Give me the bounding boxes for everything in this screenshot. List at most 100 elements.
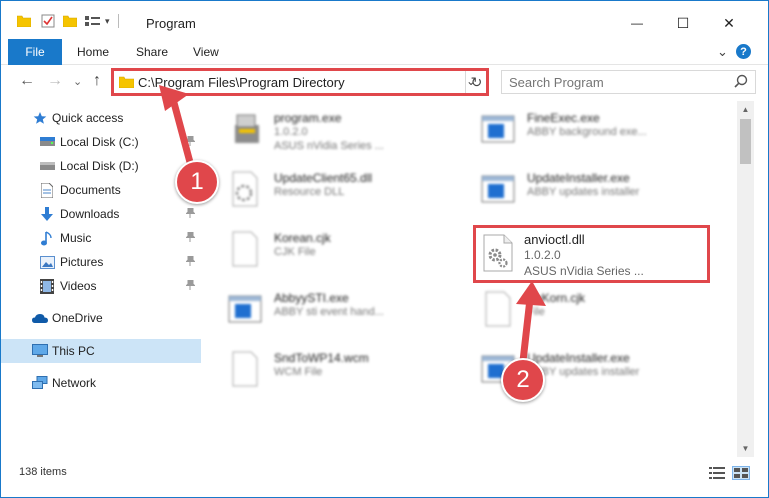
sidebar-item-label: This PC bbox=[52, 344, 95, 358]
maximize-button[interactable]: ☐ bbox=[660, 9, 706, 37]
navigation-pane: Quick access Local Disk (C:) Local Disk … bbox=[1, 101, 201, 461]
file-detail: CJK File bbox=[274, 246, 316, 258]
callout-number-2: 2 bbox=[501, 358, 545, 402]
close-button[interactable]: ✕ bbox=[706, 9, 752, 37]
sidebar-item-pictures[interactable]: Pictures bbox=[1, 250, 201, 274]
drive-icon bbox=[39, 134, 55, 150]
quick-access-toolbar: ▾ bbox=[16, 14, 119, 28]
sidebar-item-label: Pictures bbox=[60, 255, 104, 269]
minimize-icon: — bbox=[631, 16, 643, 30]
computer-icon bbox=[32, 343, 48, 359]
file-detail: ASUS nVidia Series ... bbox=[274, 140, 384, 152]
properties-icon[interactable] bbox=[41, 14, 55, 28]
file-detail: 1.0.2.0 bbox=[274, 126, 308, 138]
tab-home[interactable]: Home bbox=[65, 39, 121, 65]
file-icon bbox=[227, 351, 263, 387]
file-item-updateinstaller-exe-2[interactable]: UpdateInstaller.exe ABBY updates install… bbox=[454, 343, 704, 399]
expand-ribbon-icon[interactable]: ⌄ bbox=[717, 44, 728, 60]
picture-icon bbox=[39, 254, 55, 270]
file-detail: WCM File bbox=[274, 366, 323, 378]
file-detail: Resource DLL bbox=[274, 186, 345, 198]
pin-icon bbox=[185, 135, 196, 149]
sidebar-item-network[interactable]: Network bbox=[1, 371, 201, 395]
file-item-updateinstaller-exe[interactable]: UpdateInstaller.exe ABBY updates install… bbox=[454, 163, 704, 219]
tiles-view-icon[interactable] bbox=[732, 466, 750, 480]
sidebar-item-downloads[interactable]: Downloads bbox=[1, 202, 201, 226]
sidebar-item-label: Documents bbox=[60, 183, 121, 197]
installer-icon bbox=[227, 111, 263, 147]
window-title: Program bbox=[146, 16, 196, 31]
sidebar-item-music[interactable]: Music bbox=[1, 226, 201, 250]
back-arrow-icon[interactable]: ← bbox=[19, 72, 35, 90]
scroll-up-icon[interactable]: ▲ bbox=[737, 101, 754, 118]
tab-share[interactable]: Share bbox=[124, 39, 180, 65]
pin-icon bbox=[185, 279, 196, 293]
file-description: ASUS nVidia Series ... bbox=[524, 264, 644, 278]
sidebar-item-label: Network bbox=[52, 376, 97, 390]
sidebar-item-label: Music bbox=[60, 231, 92, 245]
scroll-down-icon[interactable]: ▼ bbox=[737, 440, 754, 457]
download-icon bbox=[39, 206, 55, 222]
file-item-program-exe[interactable]: program.exe 1.0.2.0 ASUS nVidia Series .… bbox=[201, 103, 451, 159]
vertical-scrollbar[interactable]: ▲ ▼ bbox=[737, 101, 754, 457]
tab-file[interactable]: File bbox=[8, 39, 62, 65]
search-icon[interactable] bbox=[734, 74, 748, 91]
sidebar-item-label: OneDrive bbox=[52, 311, 103, 325]
sidebar-item-local-disk-d[interactable]: Local Disk (D:) bbox=[1, 154, 201, 178]
file-item-anvioctl-dll[interactable]: anvioctl.dll 1.0.2.0 ASUS nVidia Series … bbox=[473, 225, 710, 283]
file-name: program.exe bbox=[274, 111, 342, 125]
file-item-ankorn-cjk[interactable]: AnKorn.cjk File bbox=[454, 283, 704, 339]
file-name: UpdateClient65.dll bbox=[274, 171, 373, 185]
item-count: 138 items bbox=[19, 466, 67, 478]
help-glyph: ? bbox=[740, 45, 747, 58]
details-view-icon[interactable] bbox=[709, 466, 725, 480]
file-item-fineexec-exe[interactable]: FineExec.exe ABBY background exe... bbox=[454, 103, 704, 159]
scroll-thumb[interactable] bbox=[740, 119, 751, 164]
help-icon[interactable]: ? bbox=[736, 44, 751, 59]
file-icon bbox=[227, 231, 263, 267]
file-item-abbyysti-exe[interactable]: AbbyySTI.exe ABBY sti event hand... bbox=[201, 283, 451, 339]
view-options-icon[interactable] bbox=[85, 15, 101, 27]
file-detail: ABBY sti event hand... bbox=[274, 306, 384, 318]
file-name: UpdateInstaller.exe bbox=[527, 351, 630, 365]
search-input[interactable] bbox=[502, 71, 728, 93]
file-item-sndtowp14-wcm[interactable]: SndToWP14.wcm WCM File bbox=[201, 343, 451, 399]
drive-icon bbox=[39, 158, 55, 174]
ribbon-tabs: File Home Share View ⌄ ? bbox=[1, 39, 768, 65]
forward-arrow-icon[interactable]: → bbox=[47, 72, 63, 90]
sidebar-item-videos[interactable]: Videos bbox=[1, 274, 201, 298]
cloud-icon bbox=[32, 310, 48, 326]
new-folder-icon[interactable] bbox=[62, 15, 78, 28]
customize-toolbar-chevron-icon[interactable]: ▾ bbox=[105, 16, 110, 27]
minimize-button[interactable]: — bbox=[614, 9, 660, 37]
file-detail: ABBY updates installer bbox=[527, 186, 640, 198]
pin-icon bbox=[185, 255, 196, 269]
tab-view[interactable]: View bbox=[181, 39, 231, 65]
file-detail: ABBY background exe... bbox=[527, 126, 647, 138]
file-item-updateclient65-dll[interactable]: UpdateClient65.dll Resource DLL bbox=[201, 163, 451, 219]
sidebar-item-onedrive[interactable]: OneDrive bbox=[1, 306, 201, 330]
music-icon bbox=[39, 230, 55, 246]
folder-icon[interactable] bbox=[16, 15, 32, 28]
up-arrow-icon[interactable]: ↑ bbox=[93, 72, 101, 90]
recent-locations-chevron-icon[interactable]: ⌄ bbox=[73, 75, 82, 88]
title-bar: ▾ Program — ☐ ✕ bbox=[1, 1, 768, 39]
address-highlight-frame bbox=[111, 68, 489, 96]
pin-icon bbox=[185, 231, 196, 245]
search-box[interactable] bbox=[501, 70, 756, 94]
sidebar-item-documents[interactable]: Documents bbox=[1, 178, 201, 202]
close-icon: ✕ bbox=[723, 14, 735, 31]
file-version: 1.0.2.0 bbox=[524, 248, 561, 262]
star-icon bbox=[32, 110, 48, 126]
app-window-icon bbox=[480, 111, 516, 147]
file-name: AbbyySTI.exe bbox=[274, 291, 349, 305]
file-detail: File bbox=[527, 306, 545, 318]
sidebar-item-local-disk-c[interactable]: Local Disk (C:) bbox=[1, 130, 201, 154]
sidebar-item-this-pc[interactable]: This PC bbox=[1, 339, 201, 363]
sidebar-item-quick-access[interactable]: Quick access bbox=[1, 106, 201, 130]
sidebar-item-label: Local Disk (D:) bbox=[60, 159, 139, 173]
document-icon bbox=[39, 182, 55, 198]
file-item-korean-cjk[interactable]: Korean.cjk CJK File bbox=[201, 223, 451, 279]
sidebar-item-label: Local Disk (C:) bbox=[60, 135, 139, 149]
file-name: SndToWP14.wcm bbox=[274, 351, 369, 365]
